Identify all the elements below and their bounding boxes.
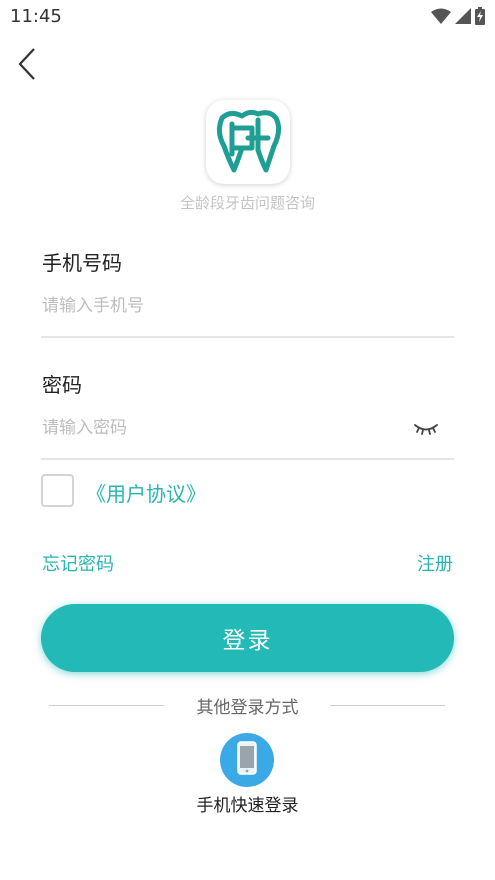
quick-login-icon-circle bbox=[220, 733, 274, 787]
status-bar: 11:45 bbox=[0, 0, 495, 34]
phone-label: 手机号码 bbox=[42, 251, 122, 275]
battery-charging-icon bbox=[475, 7, 485, 29]
mobile-phone-icon bbox=[236, 741, 258, 779]
chevron-left-icon bbox=[14, 48, 44, 86]
app-tagline: 全龄段牙齿问题咨询 bbox=[179, 194, 315, 212]
wifi-icon bbox=[431, 8, 451, 28]
password-underline bbox=[41, 458, 454, 460]
agreement-checkbox[interactable] bbox=[41, 474, 74, 507]
login-screen: 11:45 全龄段牙齿问题咨询 手机号码 请输入手机号 密码 《用户协议》 忘记… bbox=[0, 0, 495, 880]
user-agreement-link[interactable]: 《用户协议》 bbox=[86, 478, 206, 507]
status-icons bbox=[431, 7, 485, 29]
password-visibility-toggle[interactable] bbox=[412, 418, 440, 440]
phone-input[interactable] bbox=[42, 289, 402, 323]
phone-underline bbox=[41, 336, 454, 338]
status-time: 11:45 bbox=[10, 6, 62, 27]
password-label: 密码 bbox=[42, 373, 82, 397]
register-link[interactable]: 注册 bbox=[417, 550, 453, 576]
phone-quick-login-button[interactable]: 手机快速登录 bbox=[180, 733, 315, 816]
app-logo bbox=[206, 100, 290, 184]
eye-closed-icon bbox=[412, 424, 440, 444]
forgot-password-link[interactable]: 忘记密码 bbox=[42, 550, 114, 576]
password-input[interactable] bbox=[42, 411, 402, 445]
back-button[interactable] bbox=[14, 46, 44, 82]
divider-right bbox=[330, 705, 445, 706]
quick-login-label: 手机快速登录 bbox=[196, 796, 299, 816]
signal-icon bbox=[455, 8, 471, 28]
login-button[interactable]: 登录 bbox=[41, 604, 454, 672]
tooth-logo-icon bbox=[212, 104, 284, 180]
